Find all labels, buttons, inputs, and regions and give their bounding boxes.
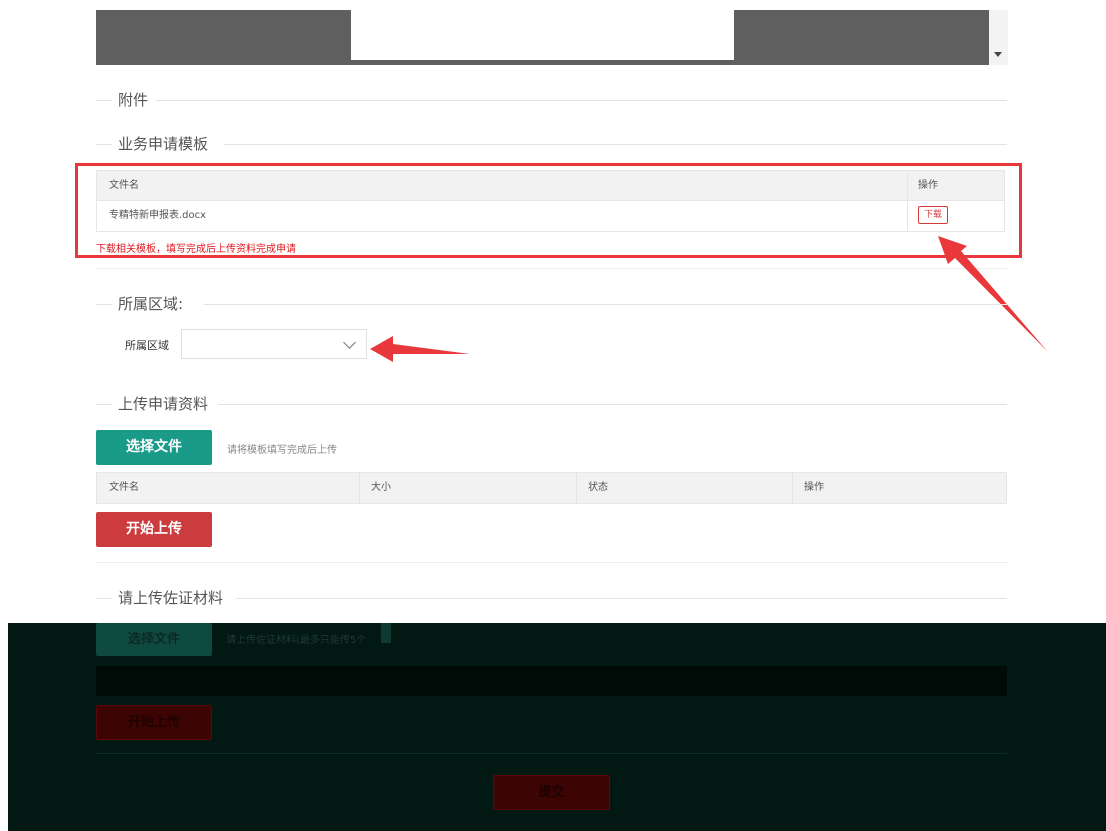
section-business-template: 业务申请模板	[96, 134, 1007, 154]
region-field-label: 所属区域	[125, 339, 169, 352]
upload-file-table-header: 文件名 大小 状态 操作	[96, 472, 1007, 504]
column-header-size: 大小	[371, 482, 391, 493]
highlight-box	[75, 163, 1022, 258]
choose-evidence-button[interactable]: 选择文件	[96, 623, 212, 656]
divider	[96, 268, 1007, 269]
section-region: 所属区域:	[96, 294, 1007, 314]
upload-hint: 请将模板填写完成后上传	[227, 445, 337, 456]
section-title-business-template: 业务申请模板	[118, 135, 209, 153]
divider	[96, 753, 1007, 754]
choose-file-button[interactable]: 选择文件	[96, 430, 212, 465]
column-header-status: 状态	[588, 482, 608, 493]
banner-white-box	[351, 10, 734, 60]
section-title-upload-evidence: 请上传佐证材料	[118, 589, 224, 607]
divider	[96, 562, 1007, 563]
chevron-down-icon	[343, 336, 356, 349]
start-evidence-upload-button[interactable]: 开始上传	[96, 705, 212, 740]
column-header-filename: 文件名	[109, 482, 139, 493]
section-title-upload-application: 上传申请资料	[118, 395, 209, 413]
section-attachments: 附件	[96, 90, 1007, 110]
caret-down-icon	[994, 52, 1002, 57]
section-upload-application: 上传申请资料	[96, 394, 1007, 414]
evidence-file-table-header	[96, 666, 1007, 696]
section-title-region: 所属区域:	[118, 295, 184, 313]
start-upload-button[interactable]: 开始上传	[96, 512, 212, 547]
overlay-strip	[381, 623, 391, 643]
section-title-attachments: 附件	[118, 91, 149, 109]
region-select[interactable]	[181, 329, 367, 359]
submit-button[interactable]: 提交	[493, 775, 610, 810]
evidence-hint: 请上传佐证材料(最多只能传5个	[226, 635, 367, 646]
section-upload-evidence: 请上传佐证材料	[96, 588, 1007, 608]
top-banner-image	[96, 10, 989, 65]
dropdown-scroll[interactable]	[989, 10, 1008, 65]
column-header-action: 操作	[804, 482, 824, 493]
dark-overlay: 选择文件 请上传佐证材料(最多只能传5个 开始上传 提交	[8, 623, 1106, 831]
